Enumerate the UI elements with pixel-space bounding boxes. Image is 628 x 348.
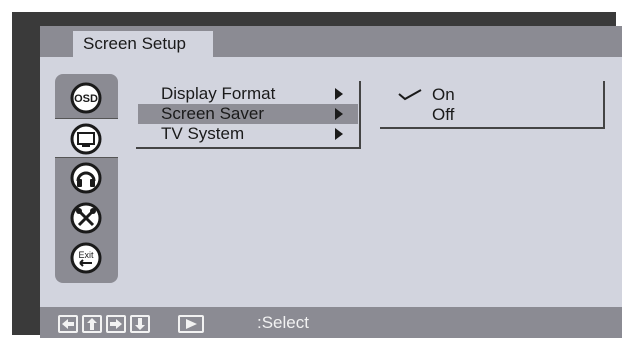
menu-item-label: Screen Saver [161,104,264,123]
right-arrow-icon [106,315,126,333]
osd-icon-label: OSD [74,93,98,105]
checkmark-icon [398,89,422,101]
submenu-arrow-icon [335,88,343,100]
screen-setup-menu: Display Format Screen Saver TV System [136,81,361,149]
category-tools[interactable] [55,198,118,238]
menu-item-tv-system[interactable]: TV System [138,124,358,144]
down-arrow-icon [130,315,150,333]
tools-icon [70,202,102,234]
menu-item-screen-saver[interactable]: Screen Saver [138,104,358,124]
monitor-icon [70,123,102,155]
option-label: Off [432,105,455,124]
navigation-hint-bar: :Select [40,307,622,338]
page-title: Screen Setup [73,31,213,57]
select-hint: :Select [257,313,309,332]
menu-item-label: TV System [161,124,245,143]
exit-icon: Exit [70,242,102,274]
category-exit[interactable]: Exit [55,238,118,278]
headphones-icon [70,162,102,194]
play-icon [178,315,204,333]
setup-category-panel: OSD Exit [55,74,118,283]
menu-item-label: Display Format [161,84,276,103]
menu-item-display-format[interactable]: Display Format [138,84,358,104]
category-audio[interactable] [55,158,118,198]
setup-screen: Screen Setup OSD Exit Display Format Scr… [40,26,622,338]
exit-icon-label: Exit [78,250,94,260]
category-screen[interactable] [55,118,118,158]
submenu-arrow-icon [335,108,343,120]
option-label: On [432,85,455,104]
submenu-arrow-icon [335,128,343,140]
left-arrow-icon [58,315,78,333]
up-arrow-icon [82,315,102,333]
option-off[interactable]: Off [380,105,600,125]
option-on[interactable]: On [380,85,600,105]
title-bar: Screen Setup [40,26,622,57]
osd-icon: OSD [70,82,102,114]
category-osd[interactable]: OSD [55,78,118,118]
screen-saver-options: On Off [380,81,605,129]
